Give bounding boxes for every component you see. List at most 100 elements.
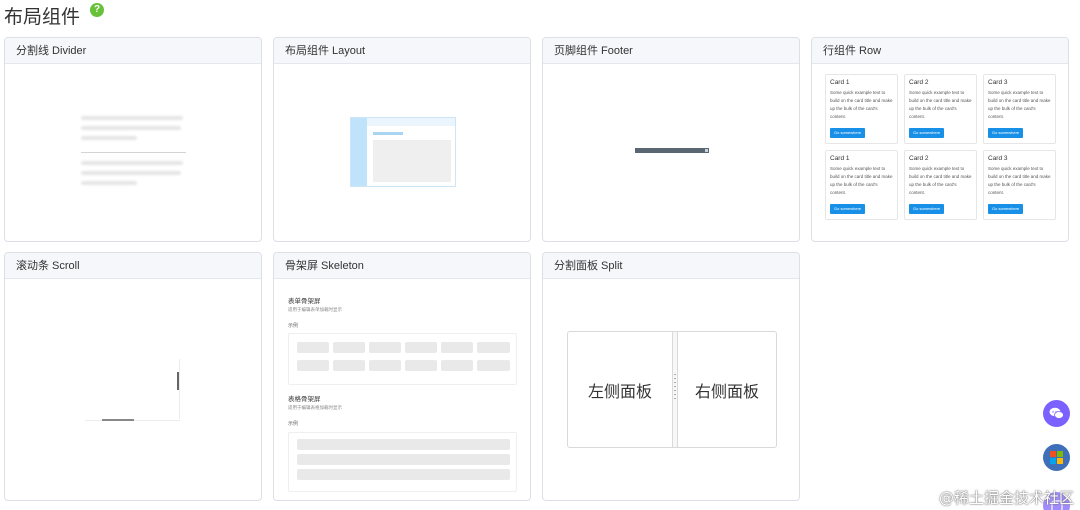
skeleton-block	[333, 342, 365, 353]
skeleton-block	[297, 342, 329, 353]
grip-line	[674, 390, 676, 391]
footer-preview	[543, 64, 799, 241]
card-title: 滚动条 Scroll	[5, 253, 261, 279]
mini-card: Card 2 Some quick example text to build …	[904, 74, 977, 144]
mini-card: Card 1 Some quick example text to build …	[825, 150, 898, 220]
card-title: 骨架屏 Skeleton	[274, 253, 530, 279]
chat-icon	[1049, 407, 1064, 419]
skeleton-block	[333, 360, 365, 371]
skeleton-block	[441, 360, 473, 371]
divider-preview	[5, 64, 261, 241]
split-left-pane: 左侧面板	[587, 381, 652, 401]
skeleton-block	[297, 360, 329, 371]
mini-card-button[interactable]: Go somewhere	[909, 128, 945, 138]
mini-card-title: Card 3	[988, 79, 1008, 86]
mini-card-text: Some quick example text to build on the …	[909, 166, 972, 195]
layout-preview	[274, 64, 530, 241]
mini-card-title: Card 2	[909, 79, 929, 86]
chat-button[interactable]	[1043, 400, 1070, 427]
apps-button[interactable]	[1043, 444, 1070, 471]
layout-content	[373, 140, 451, 182]
mini-card-title: Card 1	[830, 155, 850, 162]
skeleton-block	[477, 342, 510, 353]
mini-card-title: Card 3	[988, 155, 1008, 162]
preview-text-line	[81, 161, 183, 165]
card-title: 行组件 Row	[812, 38, 1068, 64]
card-divider[interactable]: 分割线 Divider	[4, 37, 262, 242]
skeleton-block	[369, 342, 401, 353]
mini-card: Card 1 Some quick example text to build …	[825, 74, 898, 144]
layout-frame	[350, 117, 456, 187]
grip-line	[674, 394, 676, 395]
card-split[interactable]: 分割面板 Split 左侧面板 右侧面板	[542, 252, 800, 501]
help-icon[interactable]: ?	[90, 2, 105, 17]
preview-text-line	[81, 171, 181, 175]
grip-line	[674, 386, 676, 387]
mini-card-button[interactable]: Go somewhere	[909, 204, 945, 214]
skeleton-table-heading: 表格骨架屏	[288, 396, 321, 403]
layout-title-bar	[373, 132, 403, 135]
split-preview: 左侧面板 右侧面板	[543, 279, 799, 457]
skeleton-block	[441, 342, 473, 353]
scroll-thumb-horizontal	[102, 419, 134, 421]
mini-card-text: Some quick example text to build on the …	[909, 90, 972, 119]
split-right-pane: 右侧面板	[694, 381, 759, 401]
skeleton-row	[297, 439, 510, 450]
skeleton-block	[405, 342, 437, 353]
skeleton-table-example: 示例	[288, 421, 299, 427]
skeleton-block	[477, 360, 510, 371]
mini-card-text: Some quick example text to build on the …	[830, 166, 893, 195]
skeleton-form-subtitle: 适用于编辑表单加载时显示	[288, 307, 342, 312]
divider-line	[81, 152, 186, 153]
card-title: 布局组件 Layout	[274, 38, 530, 64]
mini-card-title: Card 2	[909, 155, 929, 162]
mini-card-button[interactable]: Go somewhere	[988, 204, 1024, 214]
grip-line	[674, 398, 676, 399]
skeleton-form-example: 示例	[288, 323, 299, 329]
card-layout[interactable]: 布局组件 Layout	[273, 37, 531, 242]
grip-line	[674, 382, 676, 383]
row-preview: Card 1 Some quick example text to build …	[812, 64, 1068, 241]
card-footer[interactable]: 页脚组件 Footer	[542, 37, 800, 242]
grip-line	[674, 374, 676, 375]
skeleton-row	[297, 469, 510, 480]
card-title: 分割面板 Split	[543, 253, 799, 279]
grip-line	[674, 378, 676, 379]
card-row[interactable]: 行组件 Row Card 1 Some quick example text t…	[811, 37, 1069, 242]
card-scroll[interactable]: 滚动条 Scroll	[4, 252, 262, 501]
watermark: @稀土掘金技术社区	[938, 489, 1074, 507]
mini-card-text: Some quick example text to build on the …	[988, 90, 1051, 119]
mini-card-title: Card 1	[830, 79, 850, 86]
mini-card-button[interactable]: Go somewhere	[988, 128, 1024, 138]
skeleton-preview: 表单骨架屏 适用于编辑表单加载时显示 示例 表格骨架屏 适用于编辑表格加载时显示…	[274, 279, 530, 492]
scroll-track-vertical	[179, 359, 180, 419]
card-title: 页脚组件 Footer	[543, 38, 799, 64]
mini-card: Card 3 Some quick example text to build …	[983, 74, 1056, 144]
mini-card: Card 3 Some quick example text to build …	[983, 150, 1056, 220]
mini-card-text: Some quick example text to build on the …	[830, 90, 893, 119]
skeleton-form-panel	[288, 333, 517, 385]
skeleton-row	[297, 454, 510, 465]
skeleton-block	[369, 360, 401, 371]
skeleton-table-panel	[288, 432, 517, 492]
split-frame: 左侧面板 右侧面板	[567, 331, 777, 448]
layout-sidebar	[351, 118, 367, 186]
footer-dot	[705, 149, 708, 152]
mini-card-button[interactable]: Go somewhere	[830, 204, 866, 214]
skeleton-block	[405, 360, 437, 371]
page-title: 布局组件 ?	[4, 2, 105, 29]
grid-apps-icon	[1050, 451, 1063, 464]
preview-text-line	[81, 136, 137, 140]
scroll-preview	[5, 279, 261, 457]
mini-card-button[interactable]: Go somewhere	[830, 128, 866, 138]
card-title: 分割线 Divider	[5, 38, 261, 64]
preview-text-line	[81, 126, 181, 130]
card-skeleton[interactable]: 骨架屏 Skeleton 表单骨架屏 适用于编辑表单加载时显示 示例 表格骨架屏…	[273, 252, 531, 501]
preview-text-line	[81, 116, 183, 120]
layout-header	[367, 118, 455, 126]
scroll-thumb-vertical	[177, 372, 179, 390]
preview-text-line	[81, 181, 137, 185]
footer-bar	[635, 148, 709, 153]
skeleton-form-heading: 表单骨架屏	[288, 298, 321, 305]
skeleton-table-subtitle: 适用于编辑表格加载时显示	[288, 405, 342, 410]
